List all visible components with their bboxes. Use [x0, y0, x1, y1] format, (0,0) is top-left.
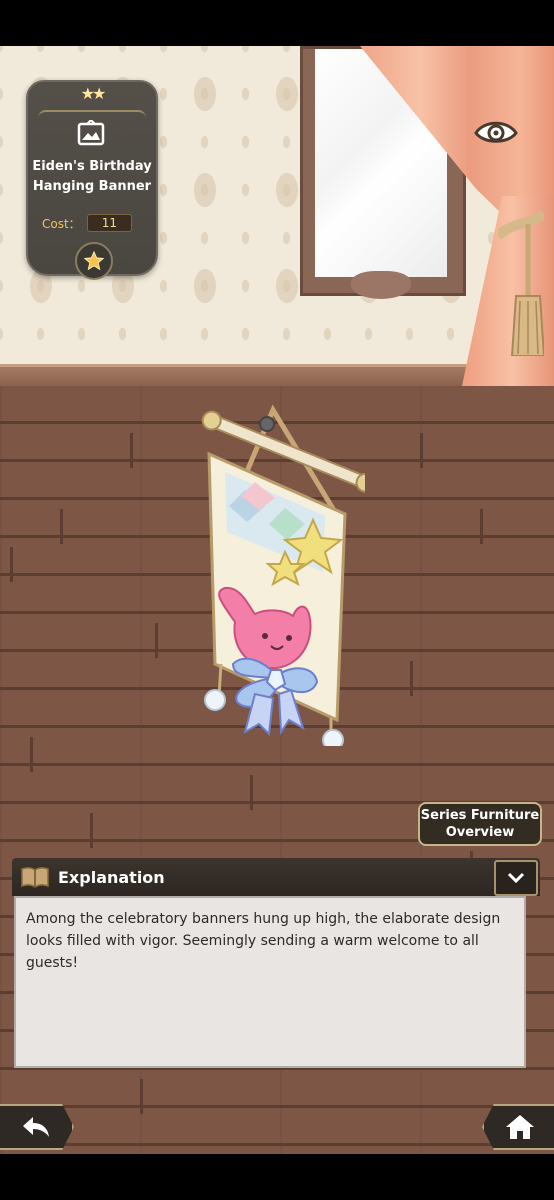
cost-value: 11 [86, 214, 132, 232]
favorite-star-button[interactable] [75, 242, 113, 280]
explanation-text: Among the celebratory banners hung up hi… [26, 911, 501, 971]
explanation-title: Explanation [58, 867, 165, 887]
explanation-body: Among the celebratory banners hung up hi… [14, 896, 526, 1068]
collapse-explanation-button[interactable] [494, 860, 538, 896]
furniture-preview-scene: ★★ Eiden's Birthday Hanging Banner Cost：… [0, 46, 554, 1154]
home-button[interactable] [482, 1104, 554, 1150]
eye-icon [474, 121, 518, 143]
status-bar [0, 0, 554, 46]
back-button[interactable] [0, 1104, 74, 1150]
book-icon [21, 867, 49, 888]
rarity-stars: ★★ [80, 84, 107, 103]
toggle-ui-eye-button[interactable] [472, 118, 520, 148]
series-button-label: Series Furniture Overview [420, 808, 540, 840]
picture-frame-icon [77, 120, 105, 146]
back-arrow-icon [23, 1117, 49, 1137]
explanation-header: Explanation [12, 858, 540, 896]
cost-label: Cost： [42, 216, 81, 231]
series-furniture-overview-button[interactable]: Series Furniture Overview [418, 802, 542, 846]
chevron-down-icon [507, 872, 525, 884]
item-name: Eiden's Birthday Hanging Banner [32, 159, 152, 194]
home-icon [506, 1115, 534, 1139]
star-icon [83, 250, 105, 271]
navigation-bar [0, 1154, 554, 1200]
curtain-tassel-icon [498, 209, 544, 356]
item-info-card: ★★ Eiden's Birthday Hanging Banner Cost：… [26, 80, 158, 280]
cost-row: Cost： 11 [42, 214, 132, 232]
hanging-banner-illustration [201, 404, 365, 746]
